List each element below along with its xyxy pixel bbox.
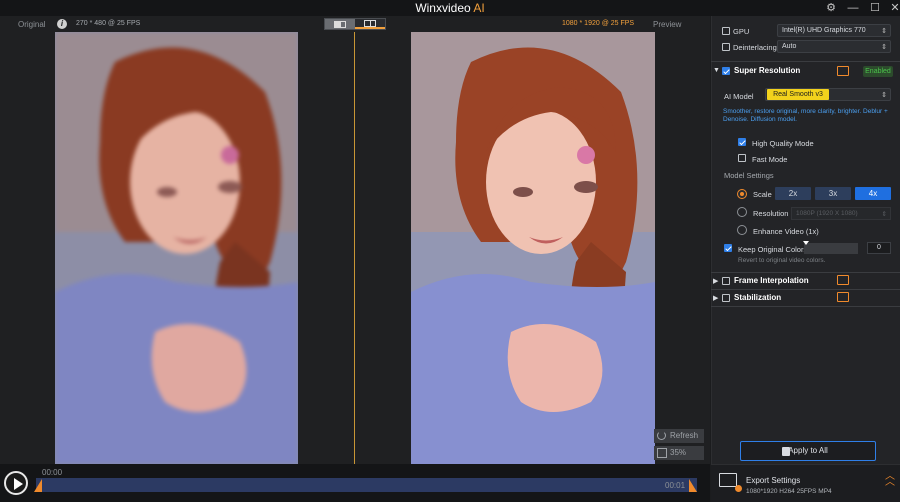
keep-colors-label: Keep Original Colors xyxy=(738,245,808,254)
apply-to-all-button[interactable]: Apply to All xyxy=(740,441,876,461)
export-settings-area[interactable] xyxy=(711,464,900,502)
apply-label: Apply to All xyxy=(788,446,828,455)
chevron-updown-icon: ⇕ xyxy=(881,211,887,218)
preview-video-frame xyxy=(411,32,655,464)
time-start: 00:00 xyxy=(42,468,63,477)
deinterlacing-checkbox[interactable] xyxy=(722,43,730,51)
expand-triangle-icon[interactable]: ▶ xyxy=(713,277,718,285)
title-bar xyxy=(0,0,900,16)
info-icon[interactable]: i xyxy=(57,19,67,29)
original-label: Original xyxy=(18,20,46,29)
revert-hint: Revert to original video colors. xyxy=(738,257,826,264)
gpu-label: GPU xyxy=(733,27,750,36)
split-view-button[interactable] xyxy=(355,19,385,29)
collapse-triangle-icon[interactable]: ▼ xyxy=(713,67,720,74)
output-resolution: 1080 * 1920 @ 25 FPS xyxy=(562,20,635,27)
super-resolution-icon xyxy=(837,66,849,76)
keep-colors-slider[interactable] xyxy=(804,243,858,254)
ai-model-label: AI Model xyxy=(724,92,754,101)
original-frame-image xyxy=(55,32,298,464)
scale-4x-button[interactable]: 4x xyxy=(855,187,891,200)
section-divider xyxy=(711,289,900,290)
ai-model-description: Smoother, restore original, more clarity… xyxy=(723,108,888,123)
expand-triangle-icon[interactable]: ▶ xyxy=(713,294,718,302)
play-button[interactable] xyxy=(4,471,28,495)
minimize-button[interactable]: — xyxy=(842,0,864,16)
frame-interpolation-checkbox[interactable] xyxy=(722,277,730,285)
original-video-frame xyxy=(55,32,298,464)
high-quality-label: High Quality Mode xyxy=(752,139,814,148)
stabilization-checkbox[interactable] xyxy=(722,294,730,302)
high-quality-checkbox[interactable] xyxy=(738,138,746,146)
timeline-track[interactable] xyxy=(36,478,697,492)
time-end: 00:01 xyxy=(665,481,686,490)
refresh-button[interactable]: Refresh xyxy=(654,429,704,443)
export-monitor-icon xyxy=(719,473,742,492)
chevron-updown-icon: ⇕ xyxy=(881,92,887,99)
enhance-video-radio[interactable] xyxy=(737,225,747,235)
refresh-label: Refresh xyxy=(670,431,699,440)
resolution-radio[interactable] xyxy=(737,207,747,217)
frame-interpolation-icon xyxy=(837,275,849,285)
slider-knob[interactable] xyxy=(803,241,809,245)
source-resolution: 270 * 480 @ 25 FPS xyxy=(76,20,141,27)
view-mode-toggle xyxy=(324,18,386,30)
apply-icon xyxy=(782,447,790,456)
deinterlacing-label: Deinterlacing xyxy=(733,43,777,52)
scale-2x-button[interactable]: 2x xyxy=(775,187,811,200)
single-view-button[interactable] xyxy=(325,19,355,29)
scale-label: Scale xyxy=(753,190,772,199)
fast-mode-checkbox[interactable] xyxy=(738,154,746,162)
split-view-icon xyxy=(364,19,376,27)
zoom-button[interactable]: 35% xyxy=(654,446,704,460)
model-settings-label: Model Settings xyxy=(724,171,774,180)
keep-colors-checkbox[interactable] xyxy=(724,244,732,252)
preview-label: Preview xyxy=(653,20,682,29)
expand-up-icon[interactable]: ︿ ︿ xyxy=(885,472,895,488)
resolution-label: Resolution xyxy=(753,209,789,218)
deinterlacing-value: Auto xyxy=(782,43,797,50)
chevron-updown-icon: ⇕ xyxy=(881,44,887,51)
section-divider xyxy=(711,61,900,62)
resolution-value: 1080P (1920 X 1080) xyxy=(796,210,858,217)
stabilization-camera-icon xyxy=(837,292,849,302)
zoom-level: 35% xyxy=(670,448,687,457)
close-button[interactable]: ✕ xyxy=(884,0,900,16)
frame-interpolation-title: Frame Interpolation xyxy=(734,276,809,285)
super-resolution-title: Super Resolution xyxy=(734,66,801,75)
zoom-icon xyxy=(657,448,667,458)
stabilization-title: Stabilization xyxy=(734,293,782,302)
preview-frame-image xyxy=(411,32,655,464)
section-divider xyxy=(711,306,900,307)
gpu-checkbox[interactable] xyxy=(722,27,730,35)
chevron-updown-icon: ⇕ xyxy=(881,28,887,35)
scale-radio[interactable] xyxy=(737,189,747,199)
deinterlacing-select[interactable]: Auto ⇕ xyxy=(777,40,891,53)
keep-colors-value[interactable]: 0 xyxy=(867,242,891,254)
maximize-button[interactable]: ☐ xyxy=(864,0,886,16)
scale-3x-button[interactable]: 3x xyxy=(815,187,851,200)
export-settings-title: Export Settings xyxy=(746,476,801,485)
compare-divider[interactable] xyxy=(354,32,355,464)
export-settings-info: 1080*1920 H264 25FPS MP4 xyxy=(746,488,832,495)
fast-mode-label: Fast Mode xyxy=(752,155,788,164)
status-badge: Enabled xyxy=(863,66,893,77)
ai-model-value: Real Smooth v3 xyxy=(767,89,829,100)
gpu-select[interactable]: Intel(R) UHD Graphics 770 ⇕ xyxy=(777,24,891,37)
app-window: Winxvideo AI ⚙ — ☐ ✕ Original i 270 * 48… xyxy=(0,0,900,502)
refresh-icon xyxy=(657,431,666,440)
single-view-icon xyxy=(334,20,346,28)
enhance-video-label: Enhance Video (1x) xyxy=(753,227,819,236)
section-divider xyxy=(711,272,900,273)
super-resolution-checkbox[interactable] xyxy=(722,67,730,75)
gpu-value: Intel(R) UHD Graphics 770 xyxy=(782,27,866,34)
resolution-select[interactable]: 1080P (1920 X 1080) ⇕ xyxy=(791,207,891,220)
settings-gear-icon[interactable]: ⚙ xyxy=(820,0,842,16)
